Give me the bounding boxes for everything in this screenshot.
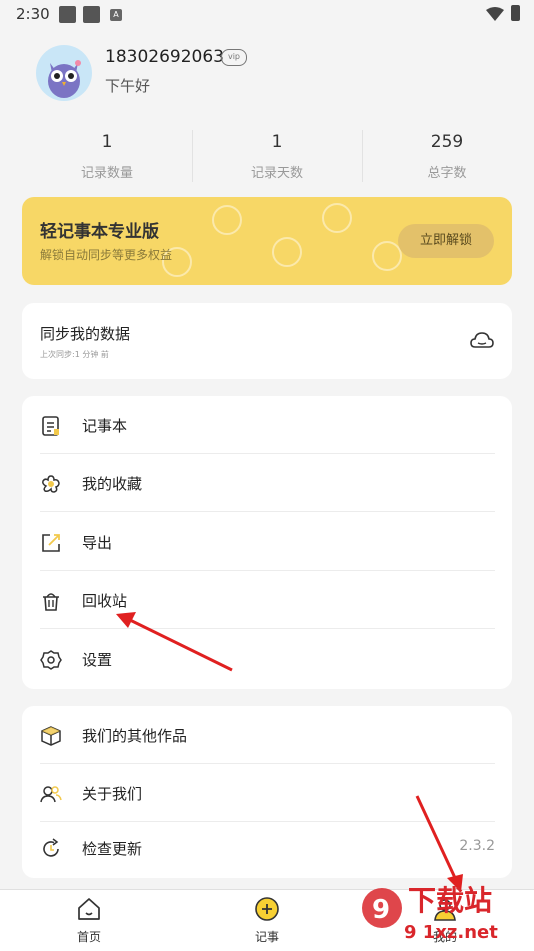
lemon-pattern-icon xyxy=(372,241,402,271)
sync-card[interactable]: 同步我的数据 上次同步:1 分钟 前 xyxy=(22,303,512,379)
add-circle-icon xyxy=(255,897,279,921)
battery-icon xyxy=(511,5,520,21)
notification-icon xyxy=(83,6,100,23)
home-icon xyxy=(78,898,100,920)
box-icon xyxy=(41,726,61,746)
divider xyxy=(40,511,495,512)
watermark-logo: 9 下载站 9 1xz.net xyxy=(362,884,498,943)
menu-item-notebook[interactable]: 记事本 xyxy=(40,396,495,454)
menu-item-label: 我的收藏 xyxy=(82,475,143,493)
stat-value: 1 xyxy=(271,132,283,152)
status-bar: 2:30 A xyxy=(0,0,534,30)
menu-item-label: 记事本 xyxy=(82,417,128,435)
menu-item-about-us[interactable]: 关于我们 xyxy=(40,764,495,822)
stat-value: 259 xyxy=(430,132,464,152)
sync-title: 同步我的数据 xyxy=(40,325,131,343)
stat-word-count: 259 总字数 xyxy=(362,132,532,181)
pro-banner[interactable]: 轻记事本专业版 解锁自动同步等更多权益 立即解锁 xyxy=(22,197,512,285)
nav-home[interactable]: 首页 xyxy=(44,896,134,945)
watermark-brand: 下载站 xyxy=(408,884,492,917)
menu-item-label: 我们的其他作品 xyxy=(82,727,188,745)
notification-a-icon: A xyxy=(110,9,122,21)
gear-icon xyxy=(40,650,62,670)
vip-badge[interactable]: vip xyxy=(221,49,247,66)
menu-item-label: 回收站 xyxy=(82,592,128,610)
menu-card-2: 我们的其他作品 关于我们 检查更新 2.3.2 xyxy=(22,706,512,878)
watermark: 9 下载站 9 1xz.net xyxy=(360,878,530,948)
menu-item-settings[interactable]: 设置 xyxy=(40,630,495,688)
trash-icon xyxy=(43,593,59,611)
unlock-button[interactable]: 立即解锁 xyxy=(398,224,494,258)
menu-item-favorites[interactable]: 我的收藏 xyxy=(40,454,495,512)
stat-label: 记录数量 xyxy=(80,166,133,181)
greeting: 下午好 xyxy=(105,77,151,95)
avatar[interactable] xyxy=(36,45,92,101)
svg-text:9: 9 xyxy=(372,895,390,925)
export-icon xyxy=(42,534,60,552)
menu-item-export[interactable]: 导出 xyxy=(40,513,495,571)
nav-notes[interactable]: 记事 xyxy=(222,896,312,945)
banner-subtitle: 解锁自动同步等更多权益 xyxy=(40,248,173,262)
menu-item-recycle-bin[interactable]: 回收站 xyxy=(40,571,495,629)
phone-number: 18302692063 xyxy=(105,47,224,67)
owl-avatar-icon xyxy=(48,60,81,98)
lemon-pattern-icon xyxy=(322,203,352,233)
menu-item-label: 检查更新 xyxy=(82,840,143,858)
divider xyxy=(40,628,495,629)
refresh-icon xyxy=(43,838,59,857)
stat-label: 记录天数 xyxy=(250,166,303,181)
people-icon xyxy=(40,786,62,803)
menu-item-label: 导出 xyxy=(82,534,113,552)
clock: 2:30 xyxy=(16,5,50,23)
flower-icon xyxy=(42,475,60,493)
menu-item-check-update[interactable]: 检查更新 2.3.2 xyxy=(40,819,495,877)
notebook-icon xyxy=(42,416,59,436)
stat-record-days: 1 记录天数 xyxy=(192,132,362,181)
cloud-icon[interactable] xyxy=(470,330,494,350)
menu-item-other-works[interactable]: 我们的其他作品 xyxy=(40,706,495,764)
lemon-pattern-icon xyxy=(212,205,242,235)
lemon-pattern-icon xyxy=(272,237,302,267)
nav-label: 记事 xyxy=(254,930,279,944)
stat-value: 1 xyxy=(101,132,113,152)
watermark-site: 9 1xz.net xyxy=(404,922,498,943)
banner-title: 轻记事本专业版 xyxy=(40,222,159,242)
last-sync-time: 上次同步:1 分钟 前 xyxy=(40,350,109,359)
stat-record-count: 1 记录数量 xyxy=(22,132,192,181)
nav-label: 首页 xyxy=(76,930,101,944)
wifi-icon xyxy=(486,7,504,21)
notification-icon xyxy=(59,6,76,23)
menu-item-label: 设置 xyxy=(82,651,113,669)
app-version: 2.3.2 xyxy=(459,838,495,854)
stat-label: 总字数 xyxy=(427,166,467,181)
menu-item-label: 关于我们 xyxy=(82,785,143,803)
menu-card: 记事本 我的收藏 导出 回收站 设置 xyxy=(22,396,512,689)
